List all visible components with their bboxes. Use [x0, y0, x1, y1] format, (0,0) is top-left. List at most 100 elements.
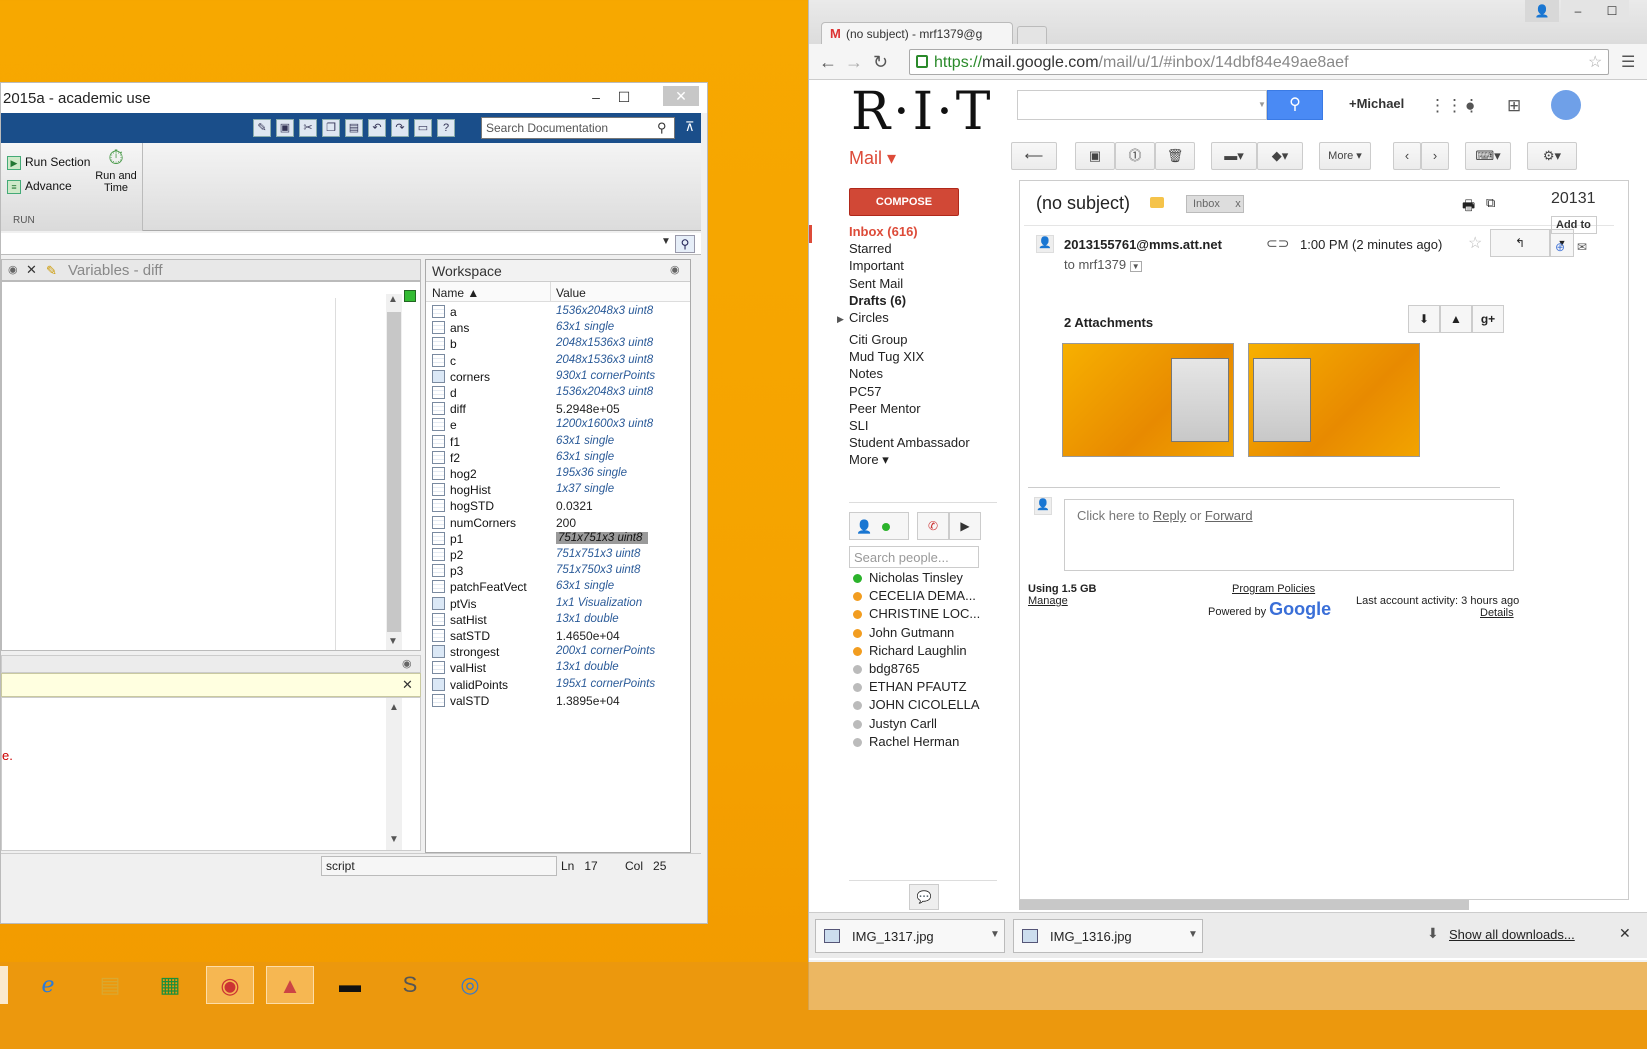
forward-icon[interactable]: →: [845, 52, 863, 73]
name-column-header[interactable]: Name ▲: [432, 286, 479, 300]
maximize-button[interactable]: ☐: [1595, 0, 1629, 22]
workspace-row[interactable]: ptVis 1x1 Visualization: [426, 596, 690, 613]
column-separator[interactable]: [550, 282, 551, 302]
close-notice-icon[interactable]: ✕: [402, 677, 413, 693]
collapse-toolstrip-icon[interactable]: ⊼: [685, 119, 695, 135]
remove-label-icon[interactable]: x: [1235, 198, 1241, 210]
redo-icon[interactable]: ↷: [391, 119, 409, 137]
nav-item[interactable]: Drafts (6): [849, 293, 906, 308]
workspace-row[interactable]: satHist 13x1 double: [426, 612, 690, 629]
scroll-down-icon[interactable]: ▼: [388, 636, 398, 647]
workspace-menu-icon[interactable]: ◉: [670, 263, 680, 276]
show-all-downloads-link[interactable]: Show all downloads...: [1449, 927, 1575, 942]
sender-address[interactable]: 2013155761@mms.att.net: [1064, 237, 1222, 252]
minimize-button[interactable]: –: [583, 87, 609, 107]
workspace-row[interactable]: valHist 13x1 double: [426, 660, 690, 677]
workspace-row[interactable]: valSTD 1.3895e+04: [426, 693, 690, 710]
archive-button[interactable]: ▣: [1075, 142, 1115, 170]
chrome-taskbar-icon[interactable]: ◉: [206, 966, 254, 1004]
search-folder-icon[interactable]: ⚲: [675, 235, 695, 253]
reply-link[interactable]: Reply: [1153, 508, 1186, 523]
chevron-down-icon[interactable]: ▼: [661, 236, 671, 247]
close-tab-icon[interactable]: ✕: [26, 262, 37, 278]
settings-button[interactable]: ⚙▾: [1527, 142, 1577, 170]
activity-details-link[interactable]: Details: [1480, 607, 1514, 619]
delete-button[interactable]: 🗑: [1155, 142, 1195, 170]
input-tools-button[interactable]: ⌨▾: [1465, 142, 1511, 170]
label-item[interactable]: Mud Tug XIX: [849, 349, 924, 364]
current-folder-bar[interactable]: ▼ ⚲: [1, 233, 701, 255]
phone-button[interactable]: ✆: [917, 512, 949, 540]
label-item[interactable]: PC57: [849, 384, 882, 399]
cut-icon[interactable]: ✂: [299, 119, 317, 137]
move-to-button[interactable]: ▬▾: [1211, 142, 1257, 170]
maximize-button[interactable]: ☐: [611, 87, 637, 107]
program-policies-link[interactable]: Program Policies: [1232, 583, 1315, 595]
label-item[interactable]: Peer Mentor: [849, 401, 921, 416]
reply-box[interactable]: Click here to Reply or Forward: [1064, 499, 1514, 571]
scroll-down-icon[interactable]: ▼: [389, 834, 399, 845]
contact-item[interactable]: CECELIA DEMA...: [853, 588, 976, 603]
newer-button[interactable]: ‹: [1393, 142, 1421, 170]
label-item[interactable]: More ▾: [849, 452, 889, 468]
nav-item[interactable]: Important: [849, 258, 904, 273]
chat-bubble-button[interactable]: 💬: [909, 884, 939, 910]
workspace-row[interactable]: satSTD 1.4650e+04: [426, 628, 690, 645]
store-icon[interactable]: ▦: [146, 966, 194, 1004]
matlab-taskbar-icon[interactable]: ▲: [266, 966, 314, 1004]
expand-circles-icon[interactable]: ▶: [837, 314, 844, 325]
new-tab-button[interactable]: [1017, 26, 1047, 44]
label-item[interactable]: SLI: [849, 418, 869, 433]
command-window[interactable]: e. ▲ ▼: [1, 697, 421, 851]
more-actions-button[interactable]: More ▾: [1319, 142, 1371, 170]
workspace-row[interactable]: b 2048x1536x3 uint8: [426, 336, 690, 353]
horizontal-scrollbar[interactable]: [1019, 900, 1469, 910]
nav-item[interactable]: Circles: [849, 310, 889, 325]
command-prompt-icon[interactable]: ▬: [326, 966, 374, 1004]
vertical-scrollbar[interactable]: ▲ ▼: [386, 294, 402, 650]
google-plus-profile-link[interactable]: +Michael: [1349, 96, 1404, 111]
labels-button[interactable]: ◆▾: [1257, 142, 1303, 170]
file-explorer-icon[interactable]: ▤: [86, 966, 134, 1004]
scrollbar-thumb[interactable]: [387, 312, 401, 632]
workspace-row[interactable]: f1 63x1 single: [426, 434, 690, 451]
contact-item[interactable]: Justyn Carll: [853, 716, 937, 731]
attachment-thumbnail[interactable]: [1062, 343, 1234, 457]
command-scrollbar[interactable]: ▲ ▼: [386, 698, 402, 850]
workspace-row[interactable]: validPoints 195x1 cornerPoints: [426, 677, 690, 694]
workspace-row[interactable]: e 1200x1600x3 uint8: [426, 417, 690, 434]
start-edge-icon[interactable]: [0, 966, 8, 1004]
contact-item[interactable]: John Gutmann: [853, 625, 954, 640]
search-options-icon[interactable]: ▼: [1258, 100, 1266, 109]
attachment-thumbnail[interactable]: [1248, 343, 1420, 457]
label-item[interactable]: Citi Group: [849, 332, 908, 347]
forward-link[interactable]: Forward: [1205, 508, 1253, 523]
workspace-row[interactable]: ans 63x1 single: [426, 320, 690, 337]
scroll-up-icon[interactable]: ▲: [389, 702, 399, 713]
download-item[interactable]: IMG_1317.jpg ▼: [815, 919, 1005, 953]
save-icon[interactable]: ▣: [276, 119, 294, 137]
contact-item[interactable]: ETHAN PFAUTZ: [853, 679, 967, 694]
workspace-row[interactable]: numCorners 200: [426, 515, 690, 532]
workspace-row[interactable]: strongest 200x1 cornerPoints: [426, 644, 690, 661]
add-contact-icon[interactable]: ⊕: [1555, 240, 1565, 254]
mail-switcher[interactable]: Mail ▾: [849, 148, 896, 169]
workspace-row[interactable]: p3 751x750x3 uint8: [426, 563, 690, 580]
label-item[interactable]: Student Ambassador: [849, 435, 970, 450]
rit-logo[interactable]: R·I·T: [851, 82, 993, 142]
important-marker-icon[interactable]: [1150, 197, 1164, 208]
nav-item[interactable]: Inbox (616): [849, 224, 918, 239]
search-icon[interactable]: ⚲: [657, 120, 667, 136]
print-icon[interactable]: 🖶: [1462, 195, 1475, 219]
bookmark-star-icon[interactable]: ☆: [1588, 52, 1602, 72]
workspace-row[interactable]: f2 63x1 single: [426, 450, 690, 467]
new-icon[interactable]: ✎: [253, 119, 271, 137]
contact-item[interactable]: Richard Laughlin: [853, 643, 967, 658]
contact-item[interactable]: bdg8765: [853, 661, 920, 676]
share-google-plus-button[interactable]: g+: [1472, 305, 1504, 333]
advance-button[interactable]: ≡ Advance: [7, 179, 72, 194]
notifications-icon[interactable]: ●: [1465, 96, 1475, 116]
email-icon[interactable]: ✉: [1577, 240, 1587, 254]
download-all-button[interactable]: ⬇: [1408, 305, 1440, 333]
new-window-icon[interactable]: ⧉: [1486, 195, 1495, 211]
